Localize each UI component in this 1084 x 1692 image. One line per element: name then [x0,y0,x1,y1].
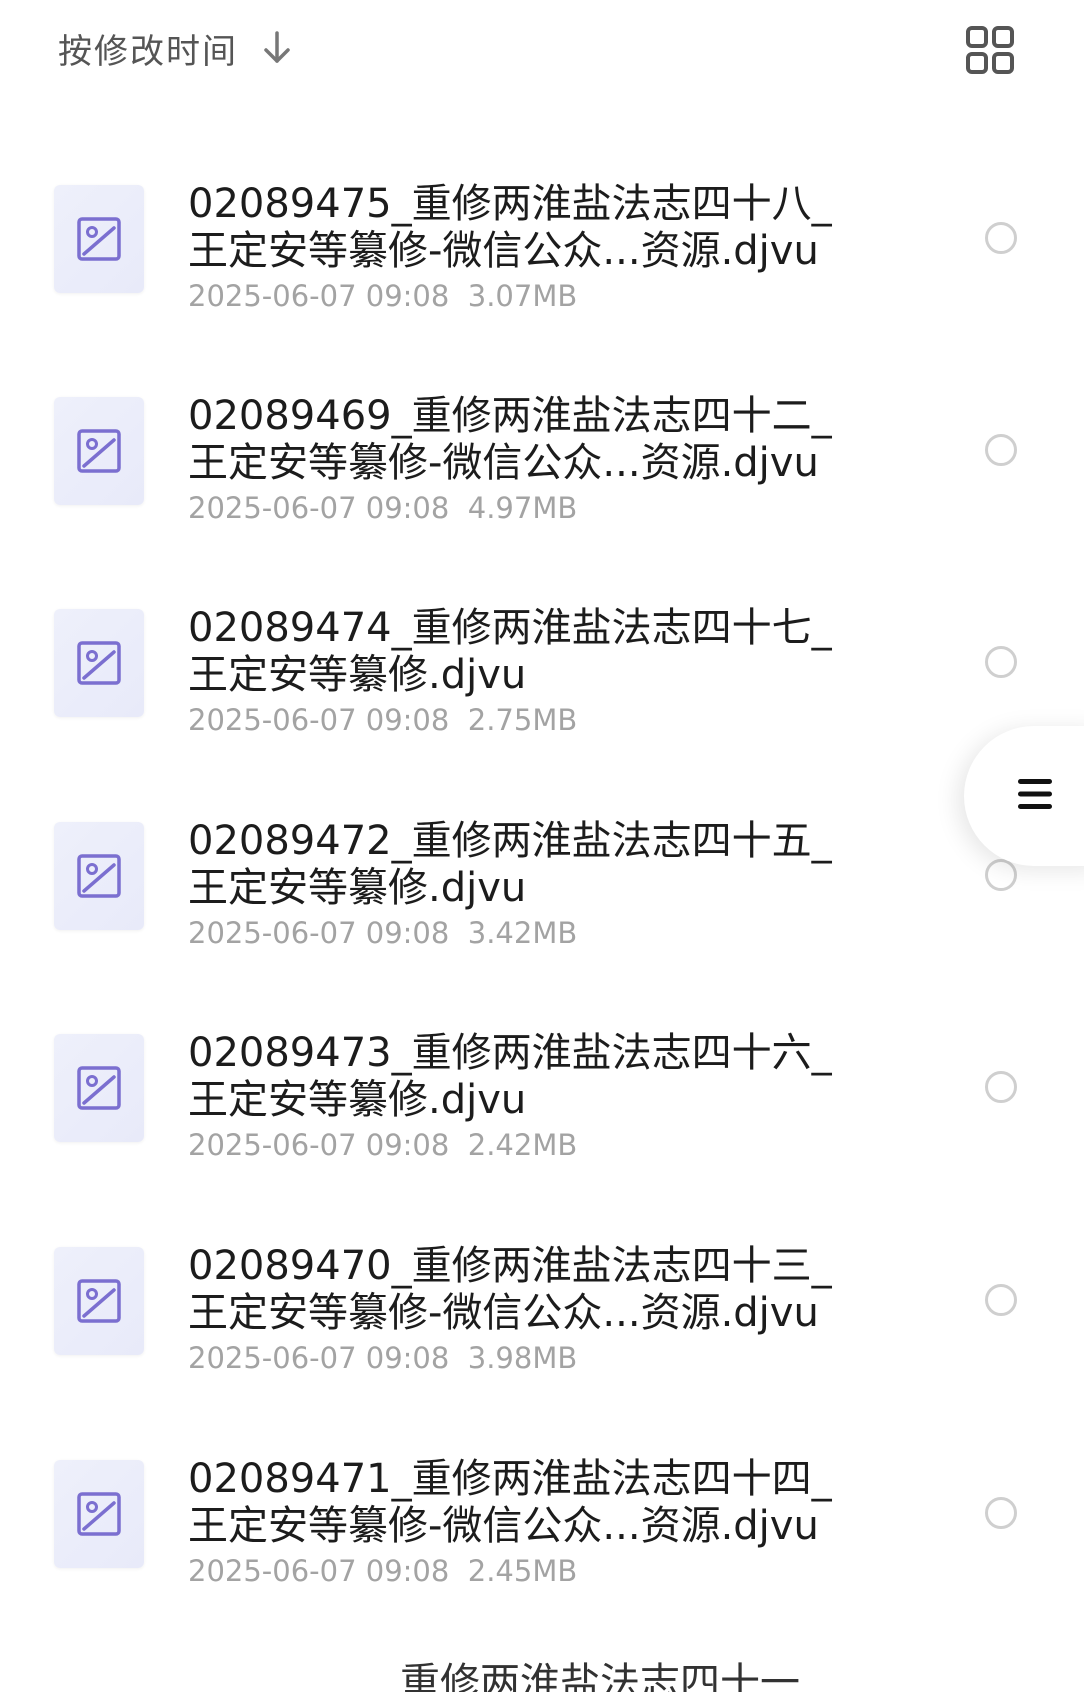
select-checkbox[interactable] [985,1497,1017,1529]
file-date: 2025-06-07 09:08 [188,1554,450,1588]
file-meta: 2025-06-07 09:08 2.42MB [188,1128,577,1162]
sort-button[interactable]: 按修改时间 [58,22,294,74]
file-size: 2.42MB [467,1128,578,1162]
file-size: 4.97MB [467,491,578,525]
menu-icon [1016,775,1054,817]
sort-label: 按修改时间 [58,31,238,72]
file-row[interactable]: 02089471_重修两淮盐法志四十四_王定安等纂修-微信公众...资源.djv… [0,1430,1084,1630]
select-checkbox[interactable] [985,222,1017,254]
file-meta: 2025-06-07 09:08 3.07MB [188,279,577,313]
image-file-icon [54,397,144,505]
arrow-down-icon [260,28,294,68]
file-date: 2025-06-07 09:08 [188,1341,450,1375]
file-meta: 2025-06-07 09:08 4.97MB [188,491,577,525]
file-row[interactable]: 02089474_重修两淮盐法志四十七_王定安等纂修.djvu 2025-06-… [0,579,1084,779]
select-checkbox[interactable] [985,646,1017,678]
file-size: 3.98MB [467,1341,578,1375]
file-size: 2.45MB [467,1554,578,1588]
file-name: 02089470_重修两淮盐法志四十三_王定安等纂修-微信公众...资源.djv… [188,1243,832,1336]
image-file-icon [54,185,144,293]
toolbar: 按修改时间 [0,0,1084,100]
file-date: 2025-06-07 09:08 [188,279,450,313]
file-name: 02089474_重修两淮盐法志四十七_王定安等纂修.djvu [188,605,832,698]
image-file-icon [54,1247,144,1355]
select-checkbox[interactable] [985,859,1017,891]
image-file-icon [54,609,144,717]
file-meta: 2025-06-07 09:08 2.75MB [188,703,577,737]
partial-file-name: 重修两淮盐法志四十一 [400,1660,800,1692]
file-size: 3.07MB [467,279,578,313]
file-date: 2025-06-07 09:08 [188,491,450,525]
file-meta: 2025-06-07 09:08 3.98MB [188,1341,577,1375]
file-name: 02089471_重修两淮盐法志四十四_王定安等纂修-微信公众...资源.djv… [188,1456,832,1549]
file-name: 02089469_重修两淮盐法志四十二_王定安等纂修-微信公众...资源.djv… [188,393,832,486]
file-row[interactable]: 02089470_重修两淮盐法志四十三_王定安等纂修-微信公众...资源.djv… [0,1217,1084,1417]
file-date: 2025-06-07 09:08 [188,1128,450,1162]
file-row[interactable]: 02089475_重修两淮盐法志四十八_王定安等纂修-微信公众...资源.djv… [0,155,1084,355]
select-checkbox[interactable] [985,1284,1017,1316]
file-name: 02089472_重修两淮盐法志四十五_王定安等纂修.djvu [188,818,832,911]
image-file-icon [54,1034,144,1142]
image-file-icon [54,1460,144,1568]
image-file-icon [54,822,144,930]
file-size: 2.75MB [467,703,578,737]
file-row[interactable]: 02089473_重修两淮盐法志四十六_王定安等纂修.djvu 2025-06-… [0,1004,1084,1204]
file-meta: 2025-06-07 09:08 3.42MB [188,916,577,950]
grid-view-icon[interactable] [964,24,1016,76]
partial-file-row[interactable]: 重修两淮盐法志四十一 [400,1660,840,1692]
select-checkbox[interactable] [985,1071,1017,1103]
file-meta: 2025-06-07 09:08 2.45MB [188,1554,577,1588]
file-manager-screen: 按修改时间 02089475_重修两淮盐法志四十八_王定安等纂修-微信公众...… [0,0,1084,1692]
file-size: 3.42MB [467,916,578,950]
file-name: 02089473_重修两淮盐法志四十六_王定安等纂修.djvu [188,1030,832,1123]
file-date: 2025-06-07 09:08 [188,703,450,737]
select-checkbox[interactable] [985,434,1017,466]
file-name: 02089475_重修两淮盐法志四十八_王定安等纂修-微信公众...资源.djv… [188,181,832,274]
file-row[interactable]: 02089469_重修两淮盐法志四十二_王定安等纂修-微信公众...资源.djv… [0,367,1084,567]
file-date: 2025-06-07 09:08 [188,916,450,950]
file-row[interactable]: 02089472_重修两淮盐法志四十五_王定安等纂修.djvu 2025-06-… [0,792,1084,992]
